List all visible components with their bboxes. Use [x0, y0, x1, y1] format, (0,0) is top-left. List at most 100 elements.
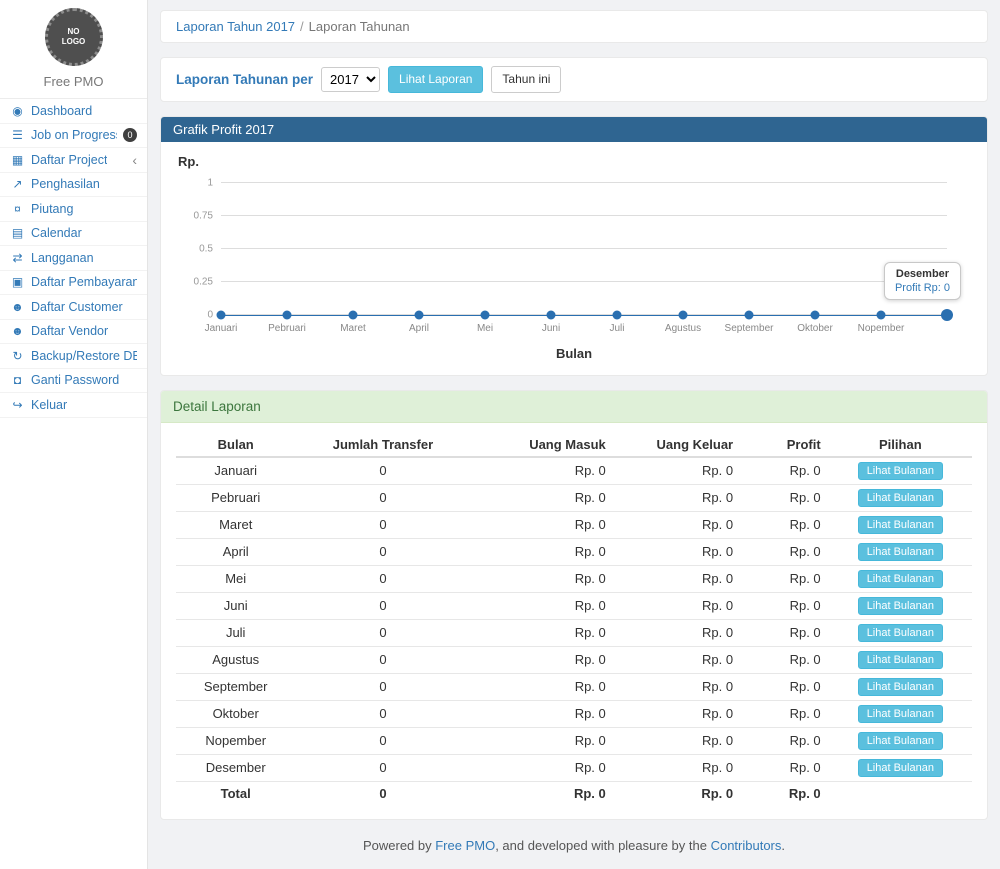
data-point-mei[interactable] [481, 310, 490, 319]
sidebar-item-dashboard[interactable]: ◉Dashboard [0, 99, 147, 124]
cell-bulan: April [176, 538, 295, 565]
lihat-bulanan-button[interactable]: Lihat Bulanan [858, 759, 943, 777]
profit-chart-panel: Grafik Profit 2017 Rp. Desember Profit R… [160, 116, 988, 376]
table-row: Nopember0Rp. 0Rp. 0Rp. 0Lihat Bulanan [176, 727, 972, 754]
lihat-bulanan-button[interactable]: Lihat Bulanan [858, 543, 943, 561]
x-tick-label: April [409, 323, 429, 334]
lihat-laporan-button[interactable]: Lihat Laporan [388, 66, 483, 93]
count-badge: 0 [123, 128, 137, 142]
cell-profit: Rp. 0 [741, 700, 829, 727]
data-point-januari[interactable] [217, 310, 226, 319]
cell-pilihan: Lihat Bulanan [829, 484, 972, 511]
chart-body: Rp. Desember Profit Rp: 0 00.250.50.751 … [161, 142, 987, 375]
cell-uang-keluar: Rp. 0 [614, 484, 741, 511]
sidebar-item-daftar-pembayaran[interactable]: ▣Daftar Pembayaran [0, 271, 147, 296]
lihat-bulanan-button[interactable]: Lihat Bulanan [858, 624, 943, 642]
sidebar-item-keluar[interactable]: ↪ Keluar [0, 393, 147, 418]
lihat-bulanan-button[interactable]: Lihat Bulanan [858, 651, 943, 669]
x-tick-label: Juni [542, 323, 560, 334]
cell-pilihan: Lihat Bulanan [829, 646, 972, 673]
sidebar-item-label: Keluar [31, 398, 67, 412]
column-header-jumlah-transfer: Jumlah Transfer [295, 431, 470, 457]
y-tick-label: 0.25 [194, 276, 213, 287]
sidebar-item-job-on-progress[interactable]: ☰Job on Progress0 [0, 124, 147, 149]
data-point-oktober[interactable] [811, 310, 820, 319]
footer-link-freepmo[interactable]: Free PMO [435, 838, 495, 853]
data-point-agustus[interactable] [679, 310, 688, 319]
sidebar-item-langganan[interactable]: ⇄Langganan [0, 246, 147, 271]
data-point-nopember[interactable] [877, 310, 886, 319]
footer-link-contributors[interactable]: Contributors [711, 838, 782, 853]
cell-uang-keluar: Rp. 0 [614, 754, 741, 781]
lihat-bulanan-button[interactable]: Lihat Bulanan [858, 678, 943, 696]
cell-jumlah-transfer: 0 [295, 781, 470, 805]
lihat-bulanan-button[interactable]: Lihat Bulanan [858, 732, 943, 750]
data-point-september[interactable] [745, 310, 754, 319]
lihat-bulanan-button[interactable]: Lihat Bulanan [858, 462, 943, 480]
column-header-uang-keluar: Uang Keluar [614, 431, 741, 457]
sidebar-item-daftar-project[interactable]: ▦Daftar Project‹ [0, 148, 147, 173]
main-content: Laporan Tahun 2017/Laporan Tahunan Lapor… [148, 0, 1000, 869]
year-select[interactable]: 2017 [321, 67, 380, 92]
cell-bulan: Nopember [176, 727, 295, 754]
filter-bar: Laporan Tahunan per 2017 Lihat Laporan T… [160, 57, 988, 102]
gridline [221, 281, 947, 282]
cell-profit: Rp. 0 [741, 619, 829, 646]
table-row: September0Rp. 0Rp. 0Rp. 0Lihat Bulanan [176, 673, 972, 700]
x-tick-label: Nopember [858, 323, 905, 334]
cell-uang-keluar: Rp. 0 [614, 538, 741, 565]
cell-uang-masuk: Rp. 0 [471, 619, 614, 646]
sidebar-item-calendar[interactable]: ▤Calendar [0, 222, 147, 247]
x-tick-label: Mei [477, 323, 493, 334]
receivable-money-icon: ¤ [10, 202, 25, 216]
tahun-ini-button[interactable]: Tahun ini [491, 66, 561, 93]
lihat-bulanan-button[interactable]: Lihat Bulanan [858, 516, 943, 534]
table-row: Agustus0Rp. 0Rp. 0Rp. 0Lihat Bulanan [176, 646, 972, 673]
data-point-pebruari[interactable] [283, 310, 292, 319]
lihat-bulanan-button[interactable]: Lihat Bulanan [858, 570, 943, 588]
footer-text-prefix: Powered by [363, 838, 435, 853]
data-point-juli[interactable] [613, 310, 622, 319]
sidebar-item-piutang[interactable]: ¤Piutang [0, 197, 147, 222]
cell-pilihan: Lihat Bulanan [829, 754, 972, 781]
cell-profit: Rp. 0 [741, 727, 829, 754]
sidebar-item-penghasilan[interactable]: ↗Penghasilan [0, 173, 147, 198]
calendar-icon: ▤ [10, 226, 25, 240]
lihat-bulanan-button[interactable]: Lihat Bulanan [858, 489, 943, 507]
cell-pilihan: Lihat Bulanan [829, 727, 972, 754]
filter-label: Laporan Tahunan per [176, 72, 313, 87]
cell-pilihan: Lihat Bulanan [829, 538, 972, 565]
cell-uang-keluar: Rp. 0 [614, 727, 741, 754]
sidebar-item-ganti-password[interactable]: ◘Ganti Password [0, 369, 147, 394]
breadcrumb-link-laporan-tahun[interactable]: Laporan Tahun 2017 [176, 19, 295, 34]
sidebar-item-backup-restore-db[interactable]: ↻Backup/Restore DB [0, 344, 147, 369]
data-point-april[interactable] [415, 310, 424, 319]
table-row: Pebruari0Rp. 0Rp. 0Rp. 0Lihat Bulanan [176, 484, 972, 511]
sidebar-item-label: Dashboard [31, 104, 92, 118]
cell-uang-masuk: Rp. 0 [471, 700, 614, 727]
cell-uang-masuk: Rp. 0 [471, 565, 614, 592]
cell-pilihan: Lihat Bulanan [829, 619, 972, 646]
cell-profit: Rp. 0 [741, 511, 829, 538]
lihat-bulanan-button[interactable]: Lihat Bulanan [858, 597, 943, 615]
logout-icon: ↪ [10, 398, 25, 412]
data-point-maret[interactable] [349, 310, 358, 319]
x-axis-labels: JanuariPebruariMaretAprilMeiJuniJuliAgus… [221, 323, 947, 338]
sidebar-item-daftar-customer[interactable]: ☻Daftar Customer [0, 295, 147, 320]
breadcrumb-separator: / [300, 19, 304, 34]
gridline [221, 182, 947, 183]
data-point-desember[interactable] [941, 309, 953, 321]
app-logo: NO LOGO [45, 8, 103, 66]
sidebar-item-daftar-vendor[interactable]: ☻Daftar Vendor [0, 320, 147, 345]
cell-uang-masuk: Rp. 0 [471, 781, 614, 805]
table-row: Juli0Rp. 0Rp. 0Rp. 0Lihat Bulanan [176, 619, 972, 646]
cell-uang-keluar: Rp. 0 [614, 646, 741, 673]
table-row: Mei0Rp. 0Rp. 0Rp. 0Lihat Bulanan [176, 565, 972, 592]
cell-bulan: Mei [176, 565, 295, 592]
sidebar-item-label: Daftar Vendor [31, 324, 108, 338]
tasks-icon: ☰ [10, 128, 25, 142]
lihat-bulanan-button[interactable]: Lihat Bulanan [858, 705, 943, 723]
data-point-juni[interactable] [547, 310, 556, 319]
cell-profit: Rp. 0 [741, 484, 829, 511]
table-row: Desember0Rp. 0Rp. 0Rp. 0Lihat Bulanan [176, 754, 972, 781]
